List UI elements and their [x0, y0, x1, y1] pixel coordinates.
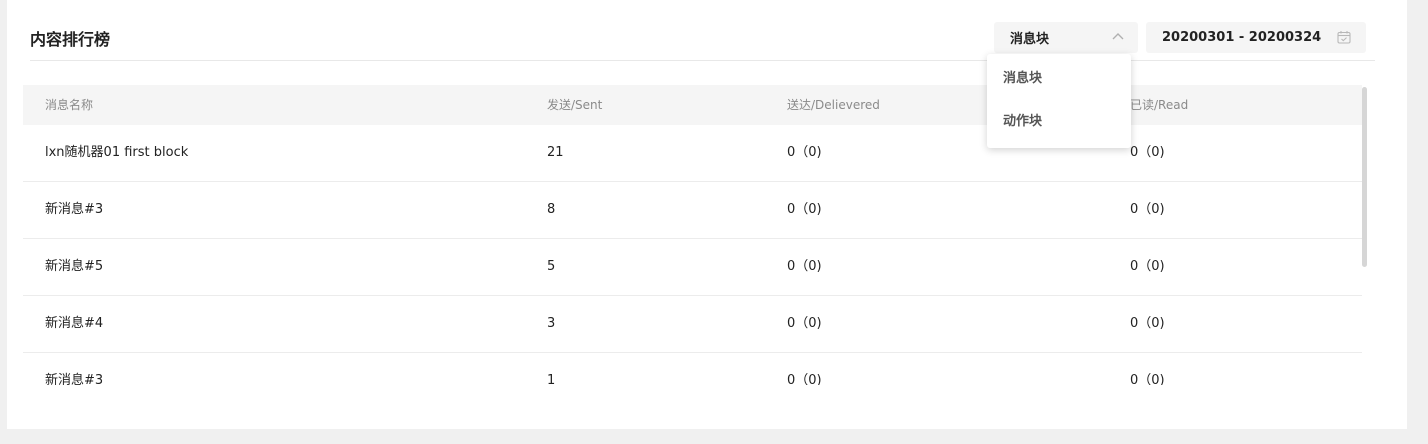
- ranking-table: 消息名称 发送/Sent 送达/Delievered 已读/Read lxn随机…: [23, 85, 1363, 385]
- date-range-value: 20200301 - 20200324: [1162, 30, 1322, 45]
- cell-sent: 1: [547, 373, 556, 385]
- block-type-selected-value: 消息块: [1010, 32, 1050, 47]
- cell-read: 0（0): [1130, 145, 1165, 160]
- cell-delivered: 0（0): [787, 373, 822, 385]
- cell-sent: 3: [547, 316, 556, 331]
- dropdown-option-message-block[interactable]: 消息块: [1003, 69, 1042, 89]
- block-type-select[interactable]: 消息块: [994, 22, 1138, 53]
- table-row[interactable]: 新消息#5 5 0（0) 0（0): [23, 239, 1363, 296]
- block-type-dropdown-menu: 消息块 动作块: [987, 54, 1131, 148]
- cell-read: 0（0): [1130, 259, 1165, 274]
- cell-read: 0（0): [1130, 316, 1165, 331]
- cell-delivered: 0（0): [787, 202, 822, 217]
- cell-sent: 5: [547, 259, 556, 274]
- cell-sent: 21: [547, 145, 564, 160]
- cell-delivered: 0（0): [787, 316, 822, 331]
- cell-message-name: 新消息#5: [45, 259, 104, 274]
- dropdown-option-action-block[interactable]: 动作块: [1003, 112, 1042, 132]
- panel-title: 内容排行榜: [30, 30, 111, 49]
- table-row[interactable]: 新消息#3 1 0（0) 0（0): [23, 353, 1363, 385]
- header-divider: [30, 60, 1375, 61]
- cell-message-name: 新消息#3: [45, 202, 104, 217]
- cell-read: 0（0): [1130, 373, 1165, 385]
- cell-message-name: 新消息#3: [45, 373, 104, 385]
- cell-sent: 8: [547, 202, 556, 217]
- table-body: lxn随机器01 first block 21 0（0) 0（0) 新消息#3 …: [23, 125, 1363, 385]
- cell-message-name: lxn随机器01 first block: [45, 145, 189, 160]
- calendar-icon: [1337, 31, 1351, 44]
- cell-read: 0（0): [1130, 202, 1165, 217]
- table-row[interactable]: 新消息#3 8 0（0) 0（0): [23, 182, 1363, 239]
- table-scrollbar-thumb[interactable]: [1362, 87, 1367, 267]
- date-range-picker[interactable]: 20200301 - 20200324: [1146, 22, 1366, 53]
- column-header-read[interactable]: 已读/Read: [1130, 85, 1188, 125]
- chevron-up-icon: [1112, 33, 1124, 40]
- cell-delivered: 0（0): [787, 259, 822, 274]
- cell-delivered: 0（0): [787, 145, 822, 160]
- table-row[interactable]: lxn随机器01 first block 21 0（0) 0（0): [23, 125, 1363, 182]
- column-header-delivered[interactable]: 送达/Delievered: [787, 85, 880, 125]
- cell-message-name: 新消息#4: [45, 316, 104, 331]
- table-header: 消息名称 发送/Sent 送达/Delievered 已读/Read: [23, 85, 1363, 125]
- column-header-sent[interactable]: 发送/Sent: [547, 85, 602, 125]
- column-header-message-name[interactable]: 消息名称: [45, 85, 93, 125]
- table-row[interactable]: 新消息#4 3 0（0) 0（0): [23, 296, 1363, 353]
